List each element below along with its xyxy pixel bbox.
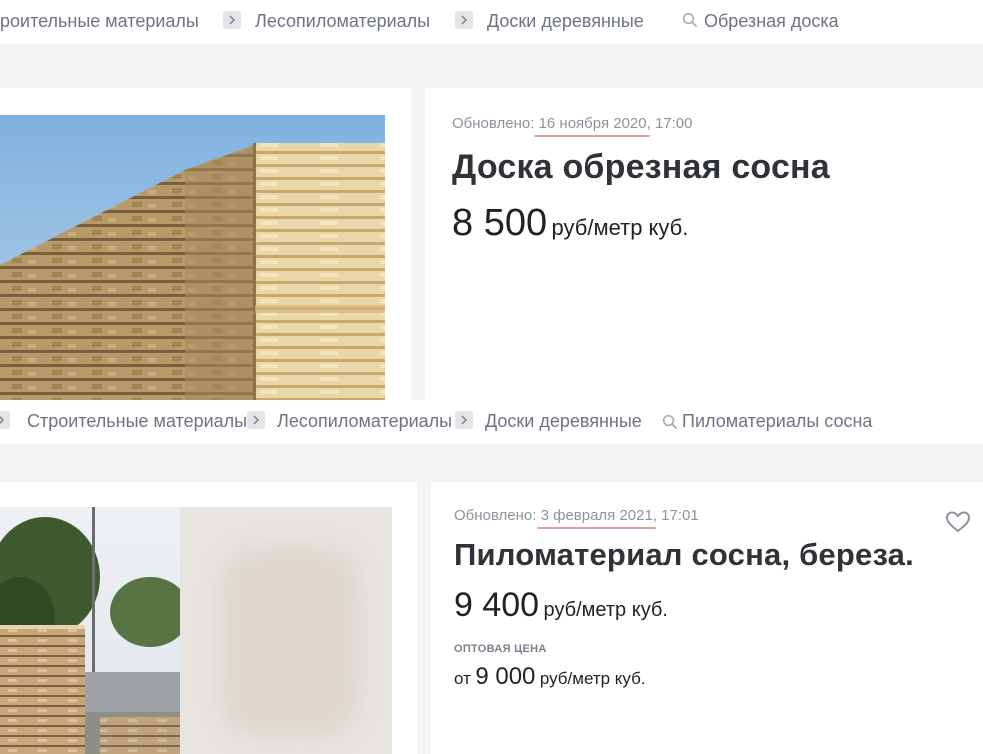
updated-label: Обновлено: bbox=[452, 115, 535, 132]
breadcrumb-item-pine-lumber[interactable]: Пиломатериалы сосна bbox=[682, 400, 872, 444]
chevron-right-icon bbox=[223, 11, 241, 29]
chevron-right-icon bbox=[0, 411, 10, 429]
listing-photo[interactable] bbox=[0, 115, 385, 400]
listing-title[interactable]: Пиломатериал сосна, береза. bbox=[454, 537, 914, 573]
price: 8 500 руб/метр куб. bbox=[452, 202, 688, 245]
wholesale-from: от bbox=[454, 669, 471, 688]
updated-date: 16 ноября 2020 bbox=[533, 115, 650, 137]
listing-info-card: Обновлено: 16 ноября 2020, 17:00 Доска о… bbox=[425, 88, 983, 400]
listing-photo-card bbox=[0, 482, 417, 754]
wholesale-value: 9 000 bbox=[475, 663, 536, 690]
price-value: 9 400 bbox=[454, 586, 540, 624]
breadcrumb-item-edged-board[interactable]: Обрезная доска bbox=[704, 0, 839, 44]
breadcrumb: Строительные материалы Лесопиломатериалы… bbox=[0, 400, 983, 444]
date-underline bbox=[536, 527, 656, 529]
updated-label: Обновлено: bbox=[454, 507, 537, 524]
listing-title[interactable]: Доска обрезная сосна bbox=[452, 148, 830, 187]
breadcrumb-item-wooden-boards[interactable]: Доски деревянные bbox=[485, 400, 642, 444]
blurred-photo[interactable] bbox=[180, 507, 392, 754]
listing-info-card: Обновлено: 3 февраля 2021, 17:01 Пиломат… bbox=[431, 482, 983, 754]
updated-line: Обновлено: 16 ноября 2020, 17:00 bbox=[452, 115, 693, 137]
search-icon bbox=[662, 414, 677, 429]
wholesale-label: ОПТОВАЯ ЦЕНА bbox=[454, 643, 547, 655]
chevron-right-icon bbox=[247, 411, 265, 429]
breadcrumb-item-lumber[interactable]: Лесопиломатериалы bbox=[277, 400, 452, 444]
price: 9 400 руб/метр куб. bbox=[454, 586, 668, 625]
price-unit: руб/метр куб. bbox=[551, 215, 689, 240]
updated-time: , 17:01 bbox=[652, 507, 699, 524]
price-value: 8 500 bbox=[452, 202, 548, 244]
breadcrumb-item-wooden-boards[interactable]: Доски деревянные bbox=[487, 0, 644, 44]
wholesale-price: от 9 000 руб/метр куб. bbox=[454, 663, 646, 691]
chevron-right-icon bbox=[455, 11, 473, 29]
page: роительные материалы Лесопиломатериалы Д… bbox=[0, 0, 983, 754]
breadcrumb: роительные материалы Лесопиломатериалы Д… bbox=[0, 0, 983, 44]
heart-outline-icon[interactable] bbox=[945, 510, 971, 534]
date-underline bbox=[533, 135, 650, 137]
updated-time: , 17:00 bbox=[646, 115, 693, 132]
breadcrumb-item-building-materials[interactable]: роительные материалы bbox=[0, 0, 199, 44]
chevron-right-icon bbox=[455, 411, 473, 429]
listing-photo-card bbox=[0, 88, 411, 400]
updated-line: Обновлено: 3 февраля 2021, 17:01 bbox=[454, 507, 699, 529]
price-unit: руб/метр куб. bbox=[543, 599, 668, 621]
wholesale-unit: руб/метр куб. bbox=[539, 669, 646, 688]
breadcrumb-item-lumber[interactable]: Лесопиломатериалы bbox=[255, 0, 430, 44]
search-icon bbox=[682, 12, 697, 27]
listing-photo[interactable] bbox=[0, 507, 180, 754]
breadcrumb-item-building-materials[interactable]: Строительные материалы bbox=[27, 400, 247, 444]
updated-date: 3 февраля 2021 bbox=[536, 507, 656, 529]
